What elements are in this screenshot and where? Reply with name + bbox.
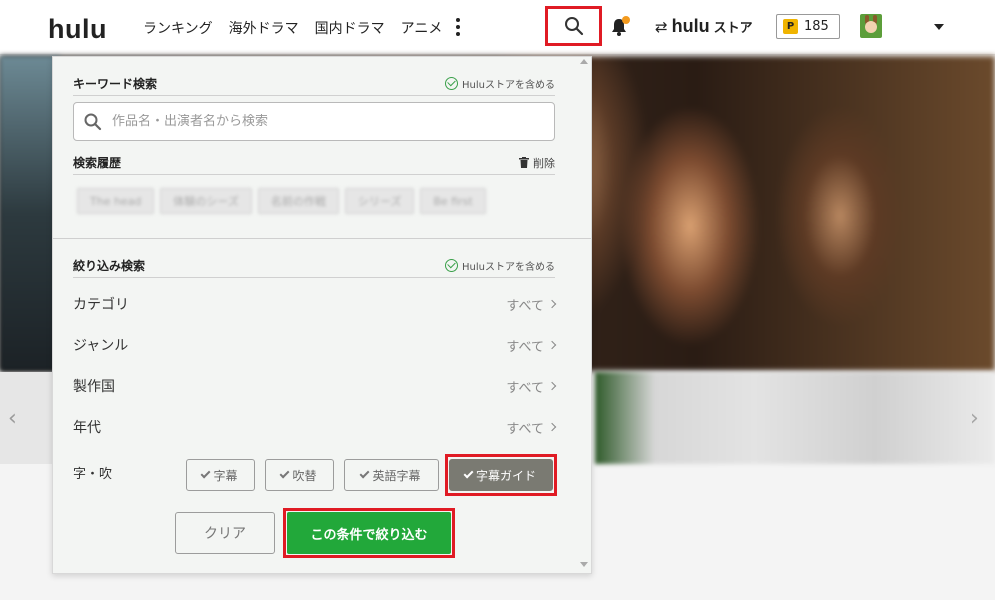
more-menu-icon[interactable] xyxy=(451,15,465,39)
english-subtitle-chip[interactable]: 英語字幕 xyxy=(344,459,439,491)
filter-value: すべて xyxy=(506,336,557,355)
search-history-header: 検索履歴 削除 xyxy=(73,151,555,175)
chevron-right-icon xyxy=(547,299,557,309)
account-menu-caret-icon[interactable] xyxy=(934,24,944,30)
filter-value: すべて xyxy=(506,295,557,314)
history-chip[interactable]: Be first xyxy=(420,188,486,214)
main-nav: ランキング 海外ドラマ 国内ドラマ アニメ xyxy=(143,18,442,38)
nav-domestic-drama[interactable]: 国内ドラマ xyxy=(315,18,385,38)
scroll-down-icon[interactable] xyxy=(580,562,588,567)
carousel-next-icon[interactable]: › xyxy=(970,406,979,431)
keyword-search-title: キーワード検索 xyxy=(73,77,158,91)
dubbed-chip[interactable]: 吹替 xyxy=(265,459,334,491)
hulu-store-link[interactable]: ⇄ hulu ストア xyxy=(655,16,753,37)
scroll-up-icon[interactable] xyxy=(580,59,588,64)
top-header: hulu ランキング 海外ドラマ 国内ドラマ アニメ ⇄ hulu ストア P … xyxy=(0,0,995,55)
search-icon xyxy=(564,17,583,36)
avatar[interactable] xyxy=(860,14,882,38)
history-chip[interactable]: 名前の作戦 xyxy=(257,188,339,214)
check-circle-icon xyxy=(445,259,459,272)
clear-button[interactable]: クリア xyxy=(175,512,275,554)
search-history-list: The head 体験のシーズ 名前の作戦 シリーズ Be first xyxy=(73,184,523,218)
filter-label: 年代 xyxy=(73,420,101,436)
points-icon: P xyxy=(783,19,798,34)
filter-value: すべて xyxy=(506,377,557,396)
search-icon xyxy=(84,113,102,130)
history-chip[interactable]: The head xyxy=(77,188,155,214)
check-circle-icon xyxy=(445,77,459,90)
filter-search-header: 絞り込み検索 Huluストアを含める xyxy=(73,254,555,278)
filter-label: カテゴリ xyxy=(73,297,129,313)
keyword-search-header: キーワード検索 Huluストアを含める xyxy=(73,72,555,96)
subtitle-chip[interactable]: 字幕 xyxy=(186,459,255,491)
store-suffix: ストア xyxy=(713,21,753,36)
keyword-search-box[interactable] xyxy=(73,102,555,141)
switch-icon: ⇄ xyxy=(655,17,668,36)
delete-history-label: 削除 xyxy=(533,156,555,170)
nav-ranking[interactable]: ランキング xyxy=(143,18,213,38)
hulu-logo[interactable]: hulu xyxy=(48,14,107,45)
nav-anime[interactable]: アニメ xyxy=(401,18,443,38)
filter-row-year[interactable]: 年代 すべて xyxy=(73,407,557,447)
include-store-toggle[interactable]: Huluストアを含める xyxy=(445,76,555,91)
hero-left-image xyxy=(0,56,60,371)
highlight-box xyxy=(283,508,455,558)
check-icon xyxy=(360,468,370,479)
filter-label: 製作国 xyxy=(73,379,115,395)
chevron-right-icon xyxy=(547,422,557,432)
check-icon xyxy=(280,468,290,479)
chevron-right-icon xyxy=(547,340,557,350)
filter-search-title: 絞り込み検索 xyxy=(73,259,146,273)
filter-row-category[interactable]: カテゴリ すべて xyxy=(73,284,557,324)
store-brand: hulu xyxy=(671,16,710,36)
nav-overseas-drama[interactable]: 海外ドラマ xyxy=(229,18,299,38)
history-chip[interactable]: 体験のシーズ xyxy=(160,188,252,214)
delete-history-button[interactable]: 削除 xyxy=(519,155,555,171)
search-history-title: 検索履歴 xyxy=(73,156,122,170)
filter-row-country[interactable]: 製作国 すべて xyxy=(73,366,557,406)
filter-include-store-toggle[interactable]: Huluストアを含める xyxy=(445,258,555,273)
section-divider xyxy=(53,238,591,239)
include-store-label: Huluストアを含める xyxy=(462,80,555,91)
chevron-right-icon xyxy=(547,381,557,391)
notification-badge xyxy=(622,16,630,24)
filter-row-genre[interactable]: ジャンル すべて xyxy=(73,325,557,365)
history-chip[interactable]: シリーズ xyxy=(344,188,415,214)
filter-value: すべて xyxy=(506,418,557,437)
filter-label: ジャンル xyxy=(73,338,129,354)
highlight-box xyxy=(445,454,557,496)
sub-dub-label: 字・吹 xyxy=(73,467,113,482)
notification-button[interactable] xyxy=(608,16,630,38)
points-badge[interactable]: P 185 xyxy=(776,14,840,39)
carousel-prev-icon[interactable]: ‹ xyxy=(8,406,17,431)
search-button[interactable] xyxy=(545,6,602,46)
check-icon xyxy=(201,468,211,479)
carousel-strip xyxy=(595,372,995,464)
filter-include-store-label: Huluストアを含める xyxy=(462,262,555,273)
search-panel: キーワード検索 Huluストアを含める 検索履歴 削除 The head 体験の… xyxy=(52,56,592,574)
keyword-search-input[interactable] xyxy=(112,114,532,129)
trash-icon xyxy=(519,157,529,168)
points-value: 185 xyxy=(804,19,829,34)
